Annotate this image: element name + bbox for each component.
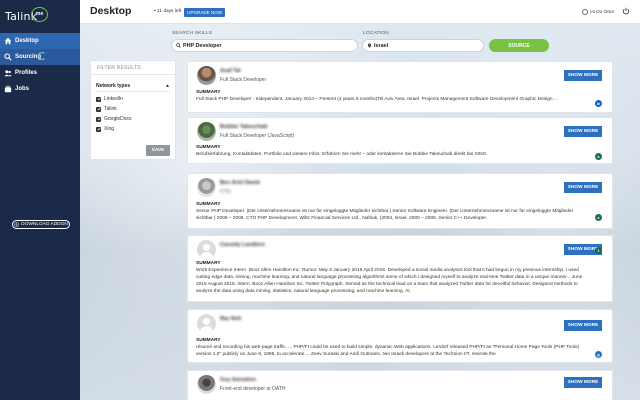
summary-label: SUMMARY bbox=[196, 90, 221, 95]
result-card: Asaf Tal Full Stack Developer SHOW MORE … bbox=[187, 61, 613, 113]
summary-label: SUMMARY bbox=[196, 338, 221, 343]
download-addon-label: DOWNLOAD ADDON bbox=[21, 222, 68, 227]
checkbox-checked-icon[interactable] bbox=[96, 126, 101, 132]
avatar[interactable] bbox=[197, 178, 216, 197]
download-icon bbox=[14, 222, 20, 227]
show-more-button[interactable]: SHOW MORE bbox=[564, 377, 602, 388]
sidebar-item-label: Jobs bbox=[15, 86, 30, 92]
summary-text: Senior PHP Developer. (Der Unternehmensn… bbox=[196, 209, 574, 221]
checkbox-checked-icon[interactable] bbox=[96, 96, 101, 102]
briefcase-icon bbox=[4, 85, 12, 93]
loading-spinner-icon bbox=[38, 52, 46, 60]
result-card: Cassidy Landlore SHOW MORE SUMMARY Work … bbox=[187, 235, 613, 302]
candidate-name[interactable]: Ifay Noh bbox=[220, 316, 241, 322]
filter-option-label: LinkedIn bbox=[104, 96, 123, 102]
location-input[interactable] bbox=[374, 42, 474, 49]
divider bbox=[96, 91, 170, 92]
sidebar-item-sourcing[interactable]: Sourcing bbox=[0, 49, 80, 65]
candidate-title: CTO bbox=[220, 189, 231, 195]
app-logo[interactable]: Talink me bbox=[5, 4, 71, 26]
avatar[interactable] bbox=[197, 314, 216, 333]
user-greeting: Hi Oz Orez bbox=[590, 9, 614, 15]
avatar[interactable] bbox=[197, 66, 216, 85]
candidate-name[interactable]: Bobbie Takeuchab bbox=[220, 124, 268, 130]
save-button[interactable]: SAVE bbox=[146, 145, 170, 156]
filter-option-label: GoogleDocs bbox=[104, 116, 132, 122]
users-icon bbox=[4, 69, 12, 77]
summary-text: Work Experience Intern. Booz Allen Hamil… bbox=[196, 268, 583, 294]
checkbox-checked-icon[interactable] bbox=[96, 116, 101, 122]
show-more-button[interactable]: SHOW MORE bbox=[564, 70, 602, 81]
filter-option-label: Talink bbox=[104, 106, 117, 112]
location-field[interactable] bbox=[362, 39, 484, 52]
user-circle-icon bbox=[582, 9, 589, 15]
candidate-title: Full Stack Developer bbox=[220, 77, 267, 83]
sidebar-item-jobs[interactable]: Jobs bbox=[0, 81, 80, 97]
candidate-name[interactable]: Ben Ariel David bbox=[220, 180, 260, 186]
sidebar-nav: Desktop Sourcing Profiles Jobs bbox=[0, 33, 80, 97]
xing-icon[interactable]: x bbox=[595, 153, 602, 160]
result-card: Bobbie Takeuchab Full Stack Developer (J… bbox=[187, 117, 613, 164]
page-title: Desktop bbox=[90, 5, 132, 17]
googledocs-icon[interactable]: g bbox=[595, 351, 602, 358]
filter-title: FILTER RESULTS bbox=[97, 65, 141, 71]
source-button[interactable]: SOURCE bbox=[489, 39, 549, 52]
avatar[interactable] bbox=[197, 122, 216, 141]
search-skills-field[interactable] bbox=[171, 39, 358, 52]
avatar[interactable] bbox=[197, 375, 216, 394]
search-icon bbox=[4, 53, 12, 61]
search-skills-label: SEARCH SKILLS bbox=[172, 31, 213, 36]
power-icon[interactable] bbox=[622, 7, 630, 15]
map-pin-icon bbox=[368, 43, 371, 48]
caret-up-icon[interactable]: ▲ bbox=[165, 83, 170, 89]
filter-option-label: Xing bbox=[104, 126, 115, 132]
search-icon bbox=[176, 43, 181, 48]
sidebar-item-profiles[interactable]: Profiles bbox=[0, 65, 80, 81]
search-skills-input[interactable] bbox=[183, 42, 333, 49]
network-types-heading[interactable]: Network types bbox=[96, 83, 130, 89]
talink-icon[interactable]: t bbox=[595, 247, 602, 254]
user-menu[interactable]: Hi Oz Orez bbox=[582, 9, 614, 15]
filter-option-linkedin[interactable]: LinkedIn bbox=[96, 96, 123, 102]
sidebar-item-label: Desktop bbox=[15, 38, 39, 44]
checkbox-checked-icon[interactable] bbox=[96, 106, 101, 112]
logo-badge: me bbox=[31, 7, 48, 22]
filter-option-talink[interactable]: Talink bbox=[96, 106, 117, 112]
result-card: Ben Ariel David CTO SHOW MORE SUMMARY Se… bbox=[187, 173, 613, 229]
result-card: Guy Amsalem Front-end developer at OATH … bbox=[187, 370, 613, 400]
summary-text: Full Stack PHP Developer · Independent, … bbox=[196, 97, 558, 102]
summary-label: SUMMARY bbox=[196, 202, 221, 207]
avatar[interactable] bbox=[197, 240, 216, 259]
filter-panel: FILTER RESULTS Network types ▲ LinkedIn … bbox=[90, 60, 176, 160]
summary-label: SUMMARY bbox=[196, 145, 221, 150]
filter-option-xing[interactable]: Xing bbox=[96, 126, 114, 132]
upgrade-button[interactable]: UPGRADE NOW bbox=[184, 8, 226, 17]
summary-text: résumé and recording his web-page traffi… bbox=[196, 345, 580, 357]
candidate-name[interactable]: Cassidy Landlore bbox=[220, 242, 265, 248]
show-more-button[interactable]: SHOW MORE bbox=[564, 320, 602, 331]
show-more-button[interactable]: SHOW MORE bbox=[564, 126, 602, 137]
sidebar: Talink me Desktop Sourcing Profiles Jobs… bbox=[0, 0, 80, 400]
candidate-title: Full Stack Developer (JavaScript) bbox=[220, 133, 295, 139]
filter-option-googledocs[interactable]: GoogleDocs bbox=[96, 116, 132, 122]
home-icon bbox=[4, 37, 12, 45]
show-more-button[interactable]: SHOW MORE bbox=[564, 182, 602, 193]
linkedin-icon[interactable]: in bbox=[595, 100, 602, 107]
result-card: Ifay Noh SHOW MORE SUMMARY résumé and re… bbox=[187, 309, 613, 363]
divider bbox=[91, 74, 175, 75]
xing-icon[interactable]: x bbox=[595, 214, 602, 221]
candidate-name[interactable]: Asaf Tal bbox=[220, 68, 241, 74]
summary-label: SUMMARY bbox=[196, 261, 221, 266]
top-bar: Desktop • 11 days left UPGRADE NOW Hi Oz… bbox=[80, 0, 640, 24]
location-label: LOCATION bbox=[363, 31, 389, 36]
trial-remaining: • 11 days left bbox=[154, 9, 182, 14]
sidebar-item-label: Profiles bbox=[15, 70, 38, 76]
summary-text: Berufserfahrung, Kontaktdaten, Portfolio… bbox=[196, 152, 488, 157]
candidate-name[interactable]: Guy Amsalem bbox=[220, 377, 256, 383]
candidate-title: Front-end developer at OATH bbox=[220, 386, 286, 392]
sidebar-item-desktop[interactable]: Desktop bbox=[0, 33, 80, 49]
download-addon-button[interactable]: DOWNLOAD ADDON bbox=[12, 220, 70, 229]
